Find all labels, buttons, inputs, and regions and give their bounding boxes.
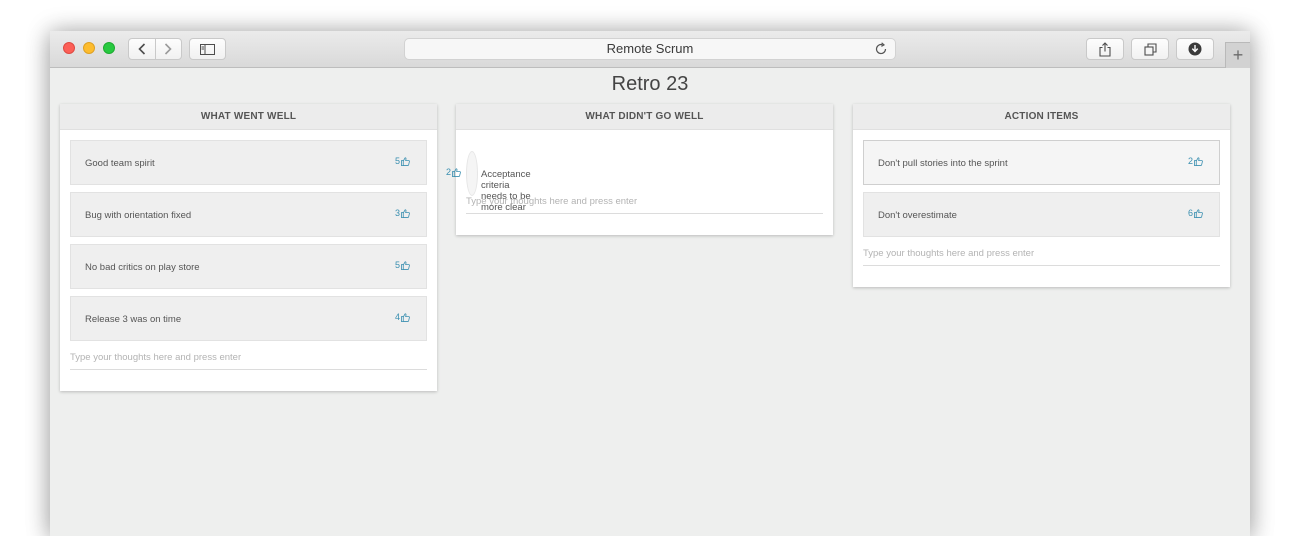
retro-card[interactable]: Good team spirit 5 [70, 140, 427, 185]
card-text: Acceptance criteria needs to be more cle… [481, 169, 531, 213]
retro-card[interactable]: Don't overestimate 6 [863, 192, 1220, 237]
thumbs-up-icon [452, 167, 461, 177]
download-icon [1188, 42, 1202, 56]
downloads-button[interactable] [1176, 38, 1214, 60]
column-what-didnt-go-well: WHAT DIDN'T GO WELL Acceptance criteria … [446, 104, 833, 235]
column-what-went-well: WHAT WENT WELL Good team spirit 5 Bug wi… [60, 104, 437, 391]
thumbs-up-icon [1194, 208, 1203, 218]
column-header: WHAT DIDN'T GO WELL [456, 104, 833, 130]
retro-card[interactable]: Acceptance criteria needs to be more cle… [446, 151, 531, 213]
vote-button[interactable]: 3 [395, 208, 410, 218]
zoom-window-button[interactable] [103, 42, 115, 54]
forward-button[interactable] [156, 39, 182, 59]
show-tabs-button[interactable] [1131, 38, 1169, 60]
vote-button[interactable]: 2 [1188, 156, 1203, 166]
thought-input[interactable] [863, 244, 1220, 266]
card-text: Don't overestimate [878, 210, 957, 221]
vote-button[interactable]: 5 [395, 260, 410, 270]
vote-count: 5 [394, 260, 400, 270]
card-text: Good team spirit [85, 158, 155, 169]
thumbs-up-icon [1194, 156, 1203, 166]
page-title: Retro 23 [611, 73, 689, 95]
share-button[interactable] [1086, 38, 1124, 60]
card-text: No bad critics on play store [85, 262, 200, 273]
retro-card[interactable]: Don't pull stories into the sprint 2 [863, 140, 1220, 185]
reload-icon[interactable] [873, 41, 889, 57]
retro-card[interactable]: No bad critics on play store 5 [70, 244, 427, 289]
address-text: Remote Scrum [606, 41, 694, 56]
vote-button[interactable]: 5 [395, 156, 410, 166]
column-header: ACTION ITEMS [853, 104, 1230, 130]
vote-count: 2 [1187, 156, 1193, 166]
card-text: Bug with orientation fixed [85, 210, 192, 221]
column-body: Good team spirit 5 Bug with orientation … [60, 130, 437, 391]
vote-count: 5 [394, 156, 400, 166]
chevron-left-icon [138, 43, 145, 55]
card-text: Release 3 was on time [85, 314, 182, 325]
thought-input[interactable] [70, 348, 427, 370]
retro-card[interactable]: Bug with orientation fixed 3 [70, 192, 427, 237]
tabs-icon [1143, 42, 1157, 56]
sidebar-icon [200, 43, 215, 55]
column-action-items: ACTION ITEMS Don't pull stories into the… [853, 104, 1230, 287]
column-header: WHAT WENT WELL [60, 104, 437, 130]
card-text: Don't pull stories into the sprint [878, 158, 1008, 169]
back-button[interactable] [129, 39, 155, 59]
address-bar[interactable]: Remote Scrum [404, 38, 896, 60]
browser-window: Remote Scrum + Retro 23 WHAT WENT WELL G… [50, 31, 1250, 536]
vote-count: 3 [394, 208, 400, 218]
thumbs-up-icon [401, 312, 410, 322]
thumbs-up-icon [401, 208, 410, 218]
sidebar-toggle-button[interactable] [189, 38, 226, 60]
new-tab-button[interactable]: + [1225, 42, 1250, 68]
nav-buttons [128, 38, 182, 60]
retro-board-page: Retro 23 WHAT WENT WELL Good team spirit… [50, 69, 1250, 536]
chevron-right-icon [165, 43, 172, 55]
thumbs-up-icon [401, 156, 410, 166]
vote-count: 6 [1187, 208, 1193, 218]
retro-card[interactable]: Release 3 was on time 4 [70, 296, 427, 341]
column-body: Don't pull stories into the sprint 2 Don… [853, 130, 1230, 287]
share-icon [1099, 41, 1111, 57]
browser-toolbar: Remote Scrum + [50, 31, 1250, 68]
minimize-window-button[interactable] [83, 42, 95, 54]
vote-button[interactable]: 2 [446, 167, 461, 177]
close-window-button[interactable] [63, 42, 75, 54]
vote-button[interactable]: 4 [395, 312, 410, 322]
vote-count: 2 [445, 167, 451, 177]
thumbs-up-icon [401, 260, 410, 270]
vote-button[interactable]: 6 [1188, 208, 1203, 218]
vote-count: 4 [394, 312, 400, 322]
column-body: Acceptance criteria needs to be more cle… [446, 130, 833, 235]
